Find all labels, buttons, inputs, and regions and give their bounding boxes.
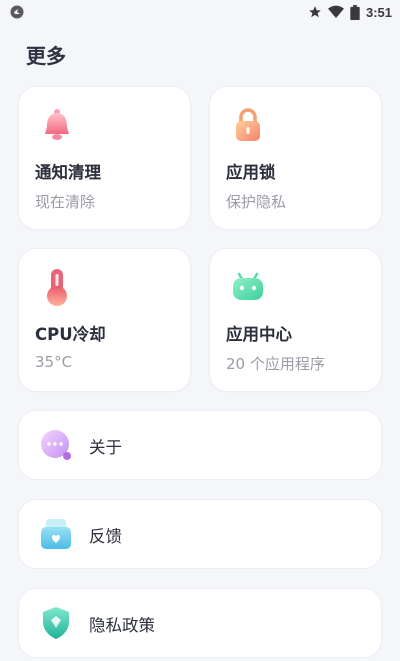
- card-notification-clean[interactable]: 通知清理 现在清除: [18, 86, 191, 230]
- page-title: 更多: [26, 44, 66, 68]
- battery-icon: [350, 4, 360, 20]
- card-title: 应用锁: [226, 163, 276, 182]
- row-privacy-policy[interactable]: 隐私政策: [18, 588, 382, 658]
- thermometer-icon: [47, 269, 67, 306]
- row-label: 反馈: [89, 527, 122, 546]
- card-subtitle: 20 个应用程序: [226, 355, 325, 373]
- row-label: 关于: [89, 438, 122, 457]
- row-about[interactable]: 关于: [18, 410, 382, 480]
- android-icon: [233, 272, 263, 300]
- row-feedback[interactable]: 反馈: [18, 499, 382, 569]
- status-time: 3:51: [365, 4, 392, 20]
- card-cpu-cool[interactable]: CPU冷却 35°C: [18, 248, 191, 392]
- star-icon: [309, 6, 321, 18]
- card-title: 应用中心: [226, 325, 292, 344]
- card-subtitle: 现在清除: [35, 193, 96, 211]
- chat-bubble-icon: [41, 430, 71, 460]
- bell-icon: [45, 109, 69, 140]
- card-title: CPU冷却: [35, 325, 106, 344]
- card-app-lock[interactable]: 应用锁 保护隐私: [209, 86, 382, 230]
- status-bar: 3:51: [0, 0, 400, 24]
- status-icons: 3:51: [308, 3, 392, 21]
- lock-icon: [236, 108, 260, 141]
- app-notification-icon: [10, 5, 24, 19]
- wifi-icon: [327, 5, 344, 19]
- mail-heart-icon: [41, 519, 71, 549]
- card-app-center[interactable]: 应用中心 20 个应用程序: [209, 248, 382, 392]
- card-title: 通知清理: [35, 163, 101, 182]
- shield-icon: [43, 607, 69, 639]
- card-subtitle: 保护隐私: [226, 193, 287, 211]
- card-subtitle: 35°C: [35, 353, 73, 371]
- row-label: 隐私政策: [89, 616, 155, 635]
